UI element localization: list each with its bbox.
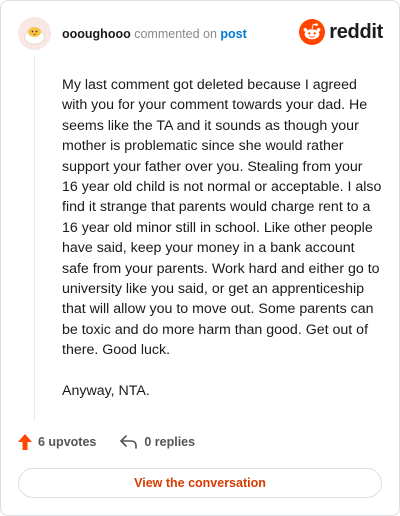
upvote-arrow-icon bbox=[18, 434, 32, 450]
comment-paragraph: My last comment got deleted because I ag… bbox=[62, 77, 382, 359]
reddit-alien-icon bbox=[299, 19, 326, 45]
reddit-logo[interactable]: reddit bbox=[299, 19, 383, 45]
avatar-egg-icon bbox=[18, 17, 51, 50]
upvote-button[interactable]: 6 upvotes bbox=[18, 434, 96, 450]
thread-line bbox=[34, 57, 35, 421]
username-link[interactable]: oooughooo bbox=[62, 27, 131, 41]
avatar[interactable] bbox=[18, 17, 51, 50]
view-conversation-button[interactable]: View the conversation bbox=[18, 468, 382, 498]
comment-card: oooughooo commented on post reddit My la… bbox=[0, 0, 400, 516]
post-link[interactable]: post bbox=[220, 27, 246, 41]
replies-count: 0 replies bbox=[144, 435, 196, 449]
reply-arrow-icon bbox=[120, 435, 138, 449]
upvotes-count: 6 upvotes bbox=[38, 435, 97, 449]
comment-body: My last comment got deleted because I ag… bbox=[62, 75, 382, 422]
reddit-wordmark: reddit bbox=[329, 20, 383, 43]
replies-button[interactable]: 0 replies bbox=[120, 435, 195, 449]
comment-header: oooughooo commented on post bbox=[62, 27, 247, 41]
comment-actions: 6 upvotes 0 replies bbox=[18, 434, 195, 450]
comment-paragraph: Anyway, NTA. bbox=[62, 383, 150, 400]
commented-on-text: commented on bbox=[134, 27, 217, 41]
